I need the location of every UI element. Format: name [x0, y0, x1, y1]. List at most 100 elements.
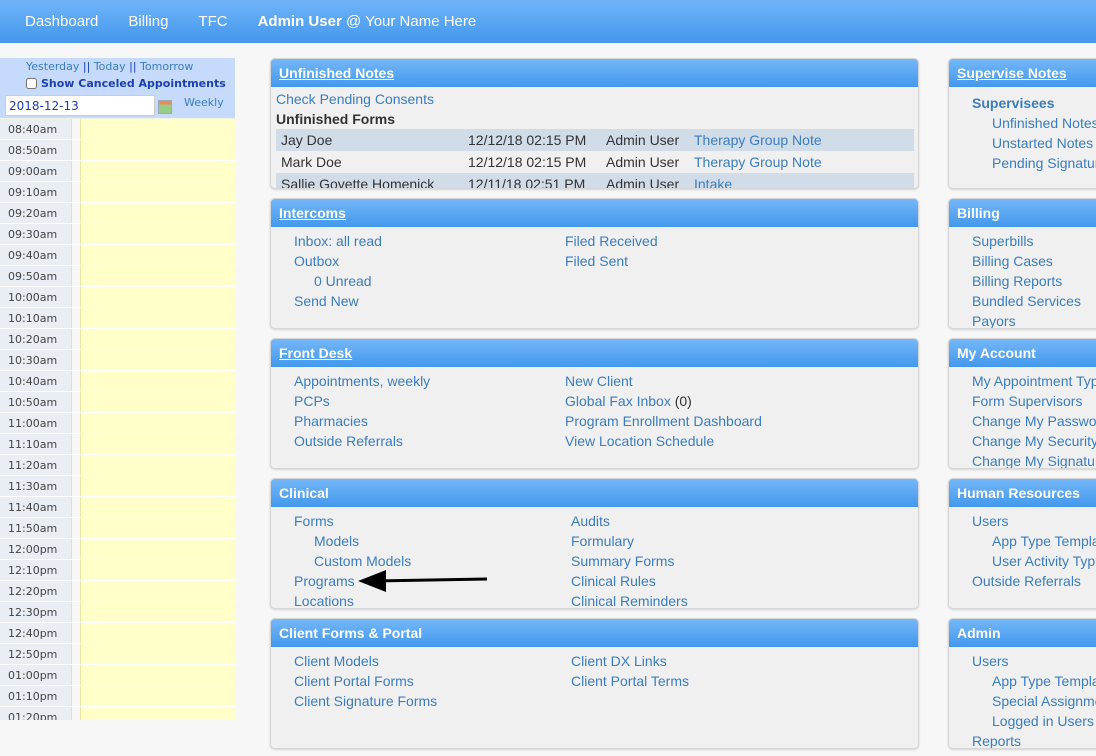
list-item-pending-signatures[interactable]: Pending Signatures [972, 153, 1096, 173]
list-item-change-my-password[interactable]: Change My Password [972, 411, 1096, 431]
link[interactable]: Filed Received [565, 233, 658, 249]
time-slot[interactable]: 01:20pm [0, 707, 235, 720]
slot-cell[interactable] [80, 707, 235, 720]
time-slot[interactable]: 11:40am [0, 497, 235, 518]
slot-cell[interactable] [80, 455, 235, 475]
list-item-client-models[interactable]: Client Models [294, 651, 437, 671]
link[interactable]: Logged in Users [992, 713, 1094, 729]
list-item-send-new[interactable]: Send New [294, 291, 382, 311]
slot-cell[interactable] [80, 371, 235, 391]
link[interactable]: Outbox [294, 253, 339, 269]
link[interactable]: Client Portal Forms [294, 673, 414, 689]
slot-cell[interactable] [80, 686, 235, 706]
list-item-program-enrollment-dashboard[interactable]: Program Enrollment Dashboard [565, 411, 762, 431]
list-item-app-type-templates[interactable]: App Type Templates [972, 671, 1096, 691]
list-item-client-portal-terms[interactable]: Client Portal Terms [571, 671, 689, 691]
time-slot[interactable]: 11:10am [0, 434, 235, 455]
list-item-formulary[interactable]: Formulary [571, 531, 688, 551]
link[interactable]: Appointments, weekly [294, 373, 430, 389]
link[interactable]: Unfinished Notes [992, 115, 1096, 131]
list-item-pcps[interactable]: PCPs [294, 391, 430, 411]
slot-cell[interactable] [80, 266, 235, 286]
list-item-change-my-security[interactable]: Change My Security [972, 431, 1096, 451]
slot-cell[interactable] [80, 287, 235, 307]
nav-billing[interactable]: Billing [128, 13, 168, 30]
list-item-payors[interactable]: Payors [972, 311, 1081, 328]
time-slot[interactable]: 10:40am [0, 371, 235, 392]
link[interactable]: Client DX Links [571, 653, 667, 669]
list-item-outbox[interactable]: Outbox [294, 251, 382, 271]
link[interactable]: Program Enrollment Dashboard [565, 413, 762, 429]
slot-cell[interactable] [80, 581, 235, 601]
list-item-app-type-templates[interactable]: App Type Templates [972, 531, 1096, 551]
slot-cell[interactable] [80, 518, 235, 538]
time-slot[interactable]: 12:50pm [0, 644, 235, 665]
list-item-forms[interactable]: Forms [294, 511, 411, 531]
list-item-summary-forms[interactable]: Summary Forms [571, 551, 688, 571]
link[interactable]: Users [972, 513, 1009, 529]
list-item-superbills[interactable]: Superbills [972, 231, 1081, 251]
slot-cell[interactable] [80, 623, 235, 643]
time-slot[interactable]: 08:50am [0, 140, 235, 161]
list-item-clinical-rules[interactable]: Clinical Rules [571, 571, 688, 591]
link[interactable]: Superbills [972, 233, 1033, 249]
link[interactable]: PCPs [294, 393, 330, 409]
time-slot[interactable]: 11:30am [0, 476, 235, 497]
link[interactable]: Bundled Services [972, 293, 1081, 309]
slot-cell[interactable] [80, 413, 235, 433]
list-item-filed-sent[interactable]: Filed Sent [565, 251, 658, 271]
slot-cell[interactable] [80, 203, 235, 223]
list-item-reports[interactable]: Reports [972, 731, 1096, 748]
slot-cell[interactable] [80, 476, 235, 496]
form-link[interactable]: Intake [694, 173, 894, 188]
calendar-icon[interactable] [158, 100, 172, 114]
list-item-inbox-all-read[interactable]: Inbox: all read [294, 231, 382, 251]
list-item-unstarted-notes[interactable]: Unstarted Notes [972, 133, 1096, 153]
link[interactable]: Pharmacies [294, 413, 368, 429]
table-row[interactable]: Mark Doe 12/12/18 02:15 PM Admin User Thera… [276, 151, 914, 173]
time-slot[interactable]: 09:30am [0, 224, 235, 245]
slot-cell[interactable] [80, 392, 235, 412]
slot-cell[interactable] [80, 539, 235, 559]
slot-cell[interactable] [80, 602, 235, 622]
link[interactable]: Client Signature Forms [294, 693, 437, 709]
link[interactable]: New Client [565, 373, 633, 389]
slot-cell[interactable] [80, 329, 235, 349]
list-item-audits[interactable]: Audits [571, 511, 688, 531]
slot-cell[interactable] [80, 497, 235, 517]
time-slot[interactable]: 12:00pm [0, 539, 235, 560]
link[interactable]: Form Supervisors [972, 393, 1082, 409]
link[interactable]: Custom Models [314, 553, 411, 569]
panel-title[interactable]: Supervise Notes [949, 59, 1096, 87]
tomorrow-link[interactable]: Tomorrow [140, 60, 193, 73]
link[interactable]: Payors [972, 313, 1016, 328]
table-row[interactable]: Jay Doe 12/12/18 02:15 PM Admin User Therap… [276, 129, 914, 151]
link[interactable]: Clinical Rules [571, 573, 656, 589]
link[interactable]: Unstarted Notes [992, 135, 1093, 151]
link[interactable]: Global Fax Inbox [565, 393, 671, 409]
link[interactable]: User Activity Types [992, 553, 1096, 569]
list-item-billing-cases[interactable]: Billing Cases [972, 251, 1081, 271]
link[interactable]: Billing Reports [972, 273, 1062, 289]
yesterday-link[interactable]: Yesterday [26, 60, 79, 73]
list-item-new-client[interactable]: New Client [565, 371, 762, 391]
panel-title[interactable]: Unfinished Notes [271, 59, 918, 87]
link[interactable]: Models [314, 533, 359, 549]
form-link[interactable]: Therapy Group Note [694, 151, 894, 173]
time-slot[interactable]: 09:20am [0, 203, 235, 224]
time-slot[interactable]: 11:00am [0, 413, 235, 434]
show-canceled-toggle[interactable]: Show Canceled Appointments [26, 77, 226, 90]
link[interactable]: Supervisees [972, 95, 1055, 111]
list-item-client-dx-links[interactable]: Client DX Links [571, 651, 689, 671]
time-slot[interactable]: 09:50am [0, 266, 235, 287]
list-item-form-supervisors[interactable]: Form Supervisors [972, 391, 1096, 411]
time-slot[interactable]: 11:50am [0, 518, 235, 539]
list-item-supervisees[interactable]: Supervisees [972, 93, 1096, 113]
link[interactable]: Formulary [571, 533, 634, 549]
panel-title[interactable]: Front Desk [271, 339, 918, 367]
slot-cell[interactable] [80, 560, 235, 580]
link[interactable]: Summary Forms [571, 553, 674, 569]
list-item-billing-reports[interactable]: Billing Reports [972, 271, 1081, 291]
slot-cell[interactable] [80, 224, 235, 244]
time-slot[interactable]: 11:20am [0, 455, 235, 476]
